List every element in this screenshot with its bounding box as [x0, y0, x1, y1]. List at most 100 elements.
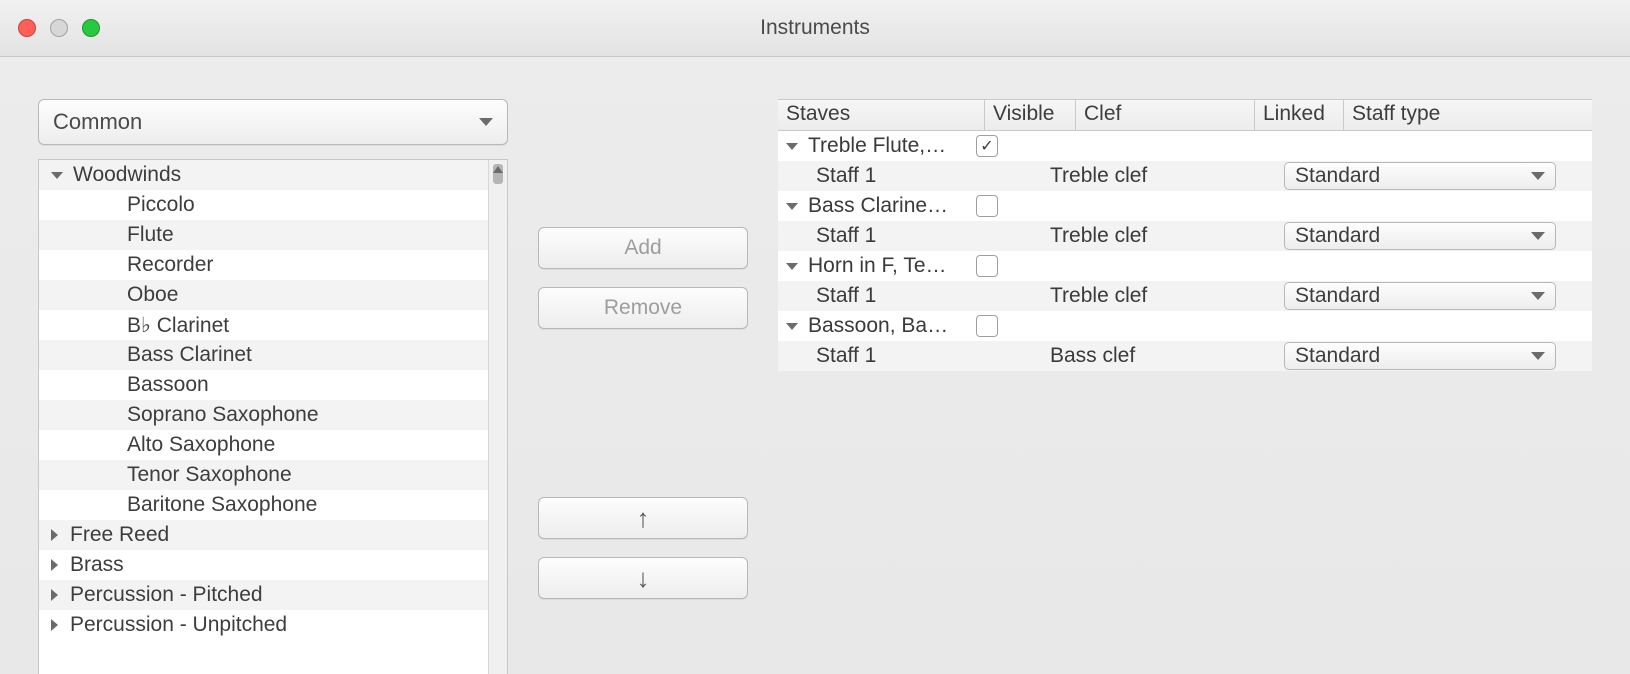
- chevron-down-icon: [786, 143, 798, 150]
- instrument-name: Bassoon, Ba…: [808, 314, 948, 338]
- right-panel: Staves Visible Clef Linked Staff type Tr…: [778, 99, 1592, 674]
- tree-item[interactable]: Flute: [39, 220, 489, 250]
- category-select-label: Common: [53, 109, 142, 135]
- remove-button[interactable]: Remove: [538, 287, 748, 329]
- chevron-down-icon: [786, 323, 798, 330]
- move-up-button[interactable]: ↑: [538, 497, 748, 539]
- tree-item[interactable]: Oboe: [39, 280, 489, 310]
- tree-group[interactable]: Woodwinds: [39, 160, 489, 190]
- instrument-name: Treble Flute,…: [808, 134, 946, 158]
- staff-row[interactable]: Staff 1 Treble clef Standard: [778, 161, 1592, 191]
- left-panel: Common Woodwinds Piccolo Flute Recorder Oboe…: [38, 99, 508, 674]
- chevron-down-icon: [1531, 172, 1545, 180]
- tree-item-label: Piccolo: [127, 193, 195, 217]
- chevron-down-icon: [1531, 352, 1545, 360]
- tree-item[interactable]: Bassoon: [39, 370, 489, 400]
- arrow-up-icon: ↑: [637, 503, 650, 534]
- tree-item-label: Flute: [127, 223, 174, 247]
- clef-cell: Treble clef: [1042, 224, 1204, 248]
- stafftype-select[interactable]: Standard: [1284, 342, 1556, 370]
- tree-group[interactable]: Brass: [39, 550, 489, 580]
- instrument-row[interactable]: Horn in F, Te…: [778, 251, 1592, 281]
- staff-row[interactable]: Staff 1 Treble clef Standard: [778, 221, 1592, 251]
- clef-cell: Bass clef: [1042, 344, 1204, 368]
- add-button[interactable]: Add: [538, 227, 748, 269]
- move-down-button[interactable]: ↓: [538, 557, 748, 599]
- chevron-down-icon: [1531, 292, 1545, 300]
- tree-item-label: Oboe: [127, 283, 178, 307]
- staff-row[interactable]: Staff 1 Treble clef Standard: [778, 281, 1592, 311]
- chevron-right-icon: [51, 529, 58, 541]
- tree-group[interactable]: Free Reed: [39, 520, 489, 550]
- tree-group-label: Percussion - Unpitched: [70, 613, 287, 637]
- tree-group-label: Woodwinds: [73, 163, 181, 187]
- staff-label: Staff 1: [816, 224, 876, 248]
- remove-button-label: Remove: [604, 296, 682, 320]
- stafftype-select[interactable]: Standard: [1284, 282, 1556, 310]
- col-clef[interactable]: Clef: [1076, 100, 1255, 130]
- tree-group[interactable]: Percussion - Pitched: [39, 580, 489, 610]
- tree-item-label: Bass Clarinet: [127, 343, 252, 367]
- col-linked[interactable]: Linked: [1255, 100, 1344, 130]
- instrument-tree[interactable]: Woodwinds Piccolo Flute Recorder Oboe B♭ Clar…: [38, 159, 508, 674]
- add-button-label: Add: [624, 236, 661, 260]
- chevron-down-icon: [479, 118, 493, 126]
- tree-item[interactable]: Piccolo: [39, 190, 489, 220]
- visible-checkbox[interactable]: ✓: [976, 135, 998, 157]
- grid-header: Staves Visible Clef Linked Staff type: [778, 100, 1592, 131]
- tree-item-label: Alto Saxophone: [127, 433, 275, 457]
- col-stafftype[interactable]: Staff type: [1344, 100, 1592, 130]
- tree-item[interactable]: Recorder: [39, 250, 489, 280]
- tree-item[interactable]: Baritone Saxophone: [39, 490, 489, 520]
- tree-group-label: Percussion - Pitched: [70, 583, 263, 607]
- tree-item-label: Soprano Saxophone: [127, 403, 319, 427]
- stafftype-select[interactable]: Standard: [1284, 162, 1556, 190]
- tree-item[interactable]: B♭ Clarinet: [39, 310, 489, 340]
- tree-item-label: Baritone Saxophone: [127, 493, 317, 517]
- instrument-row[interactable]: Bassoon, Ba…: [778, 311, 1592, 341]
- minimize-icon[interactable]: [50, 19, 68, 37]
- staff-label: Staff 1: [816, 164, 876, 188]
- chevron-right-icon: [51, 589, 58, 601]
- stafftype-label: Standard: [1295, 224, 1380, 248]
- instrument-row[interactable]: Bass Clarine…: [778, 191, 1592, 221]
- instrument-name: Horn in F, Te…: [808, 254, 947, 278]
- tree-group[interactable]: Percussion - Unpitched: [39, 610, 489, 640]
- tree-item[interactable]: Bass Clarinet: [39, 340, 489, 370]
- staff-label: Staff 1: [816, 284, 876, 308]
- stafftype-label: Standard: [1295, 164, 1380, 188]
- tree-item[interactable]: Alto Saxophone: [39, 430, 489, 460]
- col-visible[interactable]: Visible: [985, 100, 1076, 130]
- tree-item[interactable]: Tenor Saxophone: [39, 460, 489, 490]
- tree-group-label: Free Reed: [70, 523, 169, 547]
- chevron-down-icon: [1531, 232, 1545, 240]
- clef-cell: Treble clef: [1042, 164, 1204, 188]
- scroll-up-icon[interactable]: [493, 166, 503, 173]
- middle-buttons: Add Remove ↑ ↓: [538, 99, 748, 674]
- staves-grid: Staves Visible Clef Linked Staff type Tr…: [778, 99, 1592, 371]
- clef-cell: Treble clef: [1042, 284, 1204, 308]
- visible-checkbox[interactable]: [976, 255, 998, 277]
- staff-row[interactable]: Staff 1Bass clefStandard: [778, 341, 1592, 371]
- close-icon[interactable]: [18, 19, 36, 37]
- chevron-down-icon: [51, 172, 63, 179]
- chevron-down-icon: [786, 203, 798, 210]
- tree-scrollbar[interactable]: [488, 160, 507, 674]
- col-staves[interactable]: Staves: [778, 100, 985, 130]
- stafftype-select[interactable]: Standard: [1284, 222, 1556, 250]
- tree-item-label: Bassoon: [127, 373, 209, 397]
- visible-checkbox[interactable]: [976, 315, 998, 337]
- instruments-dialog: Instruments Common WoodwindsPiccoloFlute…: [0, 0, 1630, 674]
- instrument-row[interactable]: Treble Flute,… ✓: [778, 131, 1592, 161]
- chevron-right-icon: [51, 559, 58, 571]
- instrument-name: Bass Clarine…: [808, 194, 948, 218]
- tree-item[interactable]: Soprano Saxophone: [39, 400, 489, 430]
- tree-item-label: Recorder: [127, 253, 213, 277]
- visible-checkbox[interactable]: [976, 195, 998, 217]
- stafftype-label: Standard: [1295, 344, 1380, 368]
- category-select[interactable]: Common: [38, 99, 508, 145]
- chevron-down-icon: [786, 263, 798, 270]
- window-controls: [18, 19, 100, 37]
- zoom-icon[interactable]: [82, 19, 100, 37]
- tree-item-label: Tenor Saxophone: [127, 463, 292, 487]
